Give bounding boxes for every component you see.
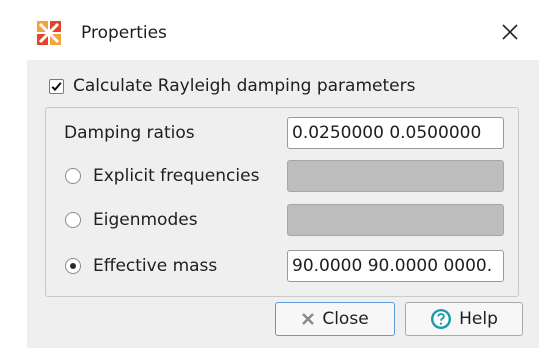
help-icon <box>430 308 452 330</box>
help-button[interactable]: Help <box>405 302 523 336</box>
close-button[interactable]: Close <box>275 302 395 336</box>
title-bar: Properties <box>0 0 549 62</box>
damping-ratios-label: Damping ratios <box>64 123 195 143</box>
close-window-button[interactable] <box>498 20 522 44</box>
help-button-label: Help <box>459 309 498 329</box>
x-icon <box>301 312 315 326</box>
explicit-frequencies-input <box>287 160 504 192</box>
explicit-frequencies-label: Explicit frequencies <box>93 166 260 186</box>
rayleigh-checkbox-row[interactable]: Calculate Rayleigh damping parameters <box>49 75 415 97</box>
close-icon <box>502 24 518 40</box>
effective-mass-label: Effective mass <box>93 256 218 276</box>
window-title: Properties <box>81 23 167 43</box>
checkmark-icon <box>51 81 62 91</box>
damping-ratios-input[interactable]: 0.0250000 0.0500000 <box>287 117 504 149</box>
effective-mass-input[interactable]: .0000 90.0000 90.0000 <box>287 250 504 282</box>
rayleigh-checkbox-label: Calculate Rayleigh damping parameters <box>73 76 416 96</box>
app-logo-icon <box>37 21 61 45</box>
close-button-label: Close <box>322 309 369 329</box>
properties-dialog: Properties Calculate Rayleigh damping pa… <box>0 0 549 348</box>
radio-eigenmodes[interactable] <box>65 212 81 228</box>
rayleigh-checkbox[interactable] <box>49 78 64 94</box>
eigenmodes-input <box>287 204 504 236</box>
eigenmodes-label: Eigenmodes <box>93 210 198 230</box>
radio-explicit-frequencies[interactable] <box>65 168 81 184</box>
radio-effective-mass[interactable] <box>65 258 81 274</box>
